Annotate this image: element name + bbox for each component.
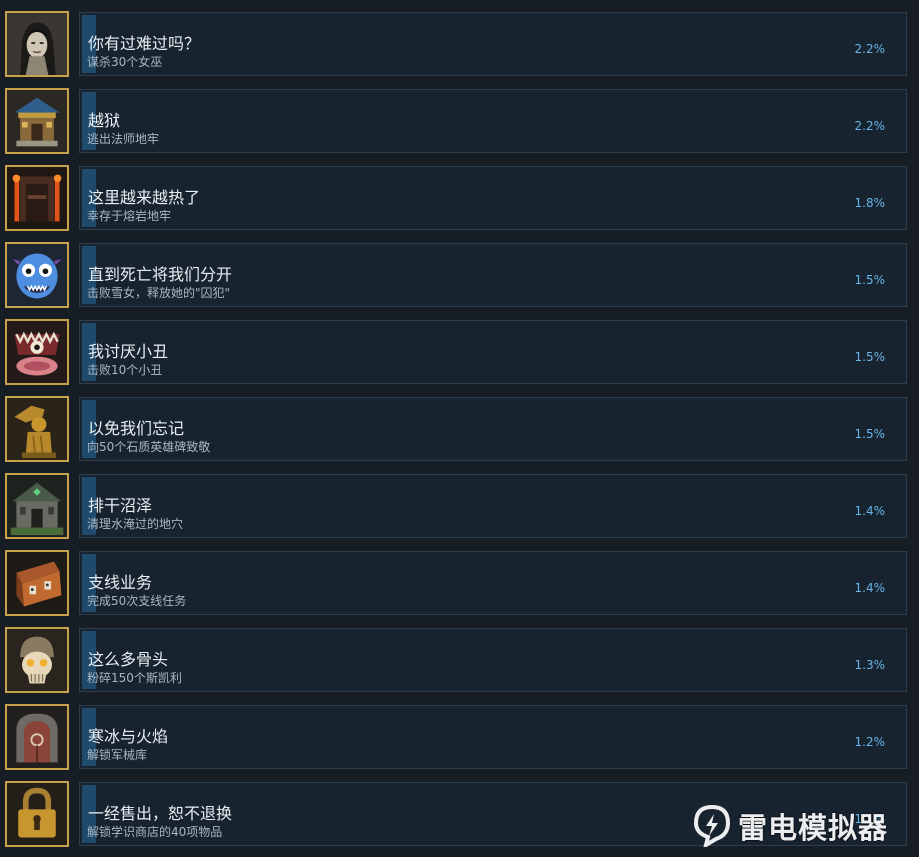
- locked-chest-icon: [5, 550, 69, 616]
- achievement-row[interactable]: 排干沼泽 清理水淹过的地穴 1.4%: [0, 464, 919, 541]
- achievement-title: 以免我们忘记: [88, 419, 185, 438]
- achievement-description: 向50个石质英雄碑致敬: [87, 440, 211, 454]
- achievement-panel: 寒冰与火焰 解锁军械库 1.2%: [79, 705, 907, 769]
- achievement-title: 寒冰与火焰: [88, 727, 169, 746]
- achievement-panel: 这么多骨头 粉碎150个斯凯利 1.3%: [79, 628, 907, 692]
- achievement-row[interactable]: 这么多骨头 粉碎150个斯凯利 1.3%: [0, 618, 919, 695]
- achievement-percent: 1.5%: [854, 350, 886, 364]
- achievement-percent: 1.4%: [854, 581, 886, 595]
- achievement-percent: 1.3%: [854, 658, 886, 672]
- achievement-list: 你有过难过吗？ 谋杀30个女巫 2.2% 越狱 逃出法师地牢 2.2% 这里越来…: [0, 0, 919, 857]
- temple-building-icon: [5, 88, 69, 154]
- achievement-row[interactable]: 我讨厌小丑 击败10个小丑 1.5%: [0, 310, 919, 387]
- achievement-title: 这里越来越热了: [88, 188, 201, 207]
- achievement-row[interactable]: 以免我们忘记 向50个石质英雄碑致敬 1.5%: [0, 387, 919, 464]
- clown-monster-icon: [5, 319, 69, 385]
- leidian-logo-icon: [693, 805, 731, 847]
- achievement-description: 击败雪女，释放她的"囚犯": [87, 286, 231, 300]
- achievement-description: 谋杀30个女巫: [87, 55, 163, 69]
- achievement-title: 这么多骨头: [88, 650, 169, 669]
- achievement-row[interactable]: 越狱 逃出法师地牢 2.2%: [0, 79, 919, 156]
- achievement-title: 我讨厌小丑: [88, 342, 169, 361]
- achievement-title: 支线业务: [88, 573, 153, 592]
- achievement-panel: 这里越来越热了 幸存于熔岩地牢 1.8%: [79, 166, 907, 230]
- achievement-panel: 直到死亡将我们分开 击败雪女，释放她的"囚犯" 1.5%: [79, 243, 907, 307]
- achievement-panel: 你有过难过吗？ 谋杀30个女巫 2.2%: [79, 12, 907, 76]
- lava-gate-icon: [5, 165, 69, 231]
- achievement-title: 越狱: [88, 111, 121, 130]
- watermark-text: 雷电模拟器: [738, 811, 889, 845]
- watermark: 雷电模拟器: [692, 802, 906, 850]
- achievement-percent: 1.8%: [854, 196, 886, 210]
- armory-door-icon: [5, 704, 69, 770]
- achievement-description: 解锁学识商店的40项物品: [87, 825, 223, 839]
- achievement-percent: 1.4%: [854, 504, 886, 518]
- witch-portrait-icon: [5, 11, 69, 77]
- achievement-panel: 越狱 逃出法师地牢 2.2%: [79, 89, 907, 153]
- blue-monster-icon: [5, 242, 69, 308]
- achievement-description: 解锁军械库: [87, 748, 148, 762]
- skull-warrior-icon: [5, 627, 69, 693]
- achievement-panel: 排干沼泽 清理水淹过的地穴 1.4%: [79, 474, 907, 538]
- achievement-row[interactable]: 这里越来越热了 幸存于熔岩地牢 1.8%: [0, 156, 919, 233]
- achievement-row[interactable]: 支线业务 完成50次支线任务 1.4%: [0, 541, 919, 618]
- achievement-description: 清理水淹过的地穴: [87, 517, 184, 531]
- achievement-title: 你有过难过吗？: [88, 34, 201, 53]
- achievement-row[interactable]: 寒冰与火焰 解锁军械库 1.2%: [0, 695, 919, 772]
- achievement-description: 完成50次支线任务: [87, 594, 187, 608]
- swamp-crypt-icon: [5, 473, 69, 539]
- achievement-row[interactable]: 你有过难过吗？ 谋杀30个女巫 2.2%: [0, 2, 919, 79]
- padlock-icon: [5, 781, 69, 847]
- achievement-percent: 1.5%: [854, 273, 886, 287]
- achievement-description: 逃出法师地牢: [87, 132, 160, 146]
- achievement-description: 幸存于熔岩地牢: [87, 209, 172, 223]
- achievement-description: 击败10个小丑: [87, 363, 163, 377]
- achievement-percent: 1.2%: [854, 735, 886, 749]
- achievement-description: 粉碎150个斯凯利: [87, 671, 182, 685]
- achievement-panel: 以免我们忘记 向50个石质英雄碑致敬 1.5%: [79, 397, 907, 461]
- achievement-row[interactable]: 直到死亡将我们分开 击败雪女，释放她的"囚犯" 1.5%: [0, 233, 919, 310]
- achievement-panel: 我讨厌小丑 击败10个小丑 1.5%: [79, 320, 907, 384]
- golden-statue-icon: [5, 396, 69, 462]
- achievement-title: 一经售出，恕不退换: [88, 804, 233, 823]
- achievement-title: 直到死亡将我们分开: [88, 265, 233, 284]
- achievement-title: 排干沼泽: [88, 496, 153, 515]
- achievement-percent: 2.2%: [854, 119, 886, 133]
- achievement-panel: 支线业务 完成50次支线任务 1.4%: [79, 551, 907, 615]
- achievement-percent: 2.2%: [854, 42, 886, 56]
- achievement-percent: 1.5%: [854, 427, 886, 441]
